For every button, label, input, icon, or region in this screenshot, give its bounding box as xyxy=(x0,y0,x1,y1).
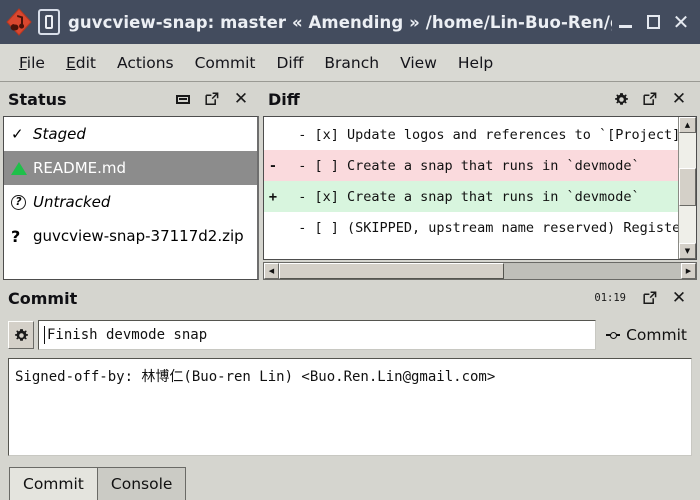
popout-icon[interactable] xyxy=(642,91,658,107)
scroll-up-icon[interactable]: ▲ xyxy=(679,117,696,133)
menu-item-diff[interactable]: Diff xyxy=(268,51,313,75)
scroll-track[interactable] xyxy=(279,263,681,279)
status-panel-header: Status ✕ xyxy=(3,82,259,116)
commit-panel-title: Commit xyxy=(8,288,78,308)
git-cola-diamond-logo xyxy=(4,7,34,37)
close-icon[interactable]: ✕ xyxy=(233,89,249,109)
commit-description-input[interactable]: Signed-off-by: 林博仁(Buo-ren Lin) <Buo.Ren… xyxy=(8,358,692,456)
diff-line: - [x] Update logos and references to `[P… xyxy=(264,119,678,150)
diff-panel-title: Diff xyxy=(268,89,300,109)
menu-item-help[interactable]: Help xyxy=(449,51,502,75)
commit-node-icon xyxy=(606,330,621,340)
commit-summary-row: Finish devmode snap Commit xyxy=(3,315,697,355)
commit-panel: Commit 01:19 ✕ Finish devmode snap Commi… xyxy=(3,280,697,456)
status-file-list[interactable]: ✓ Staged README.md ? Untracked ? guvcvie… xyxy=(3,116,259,280)
menu-item-actions[interactable]: Actions xyxy=(108,51,183,75)
diff-horizontal-scrollbar[interactable]: ◀ ▶ xyxy=(263,262,697,280)
text-caret xyxy=(44,326,45,344)
status-group-label: Staged xyxy=(33,125,86,143)
top-panes: Status ✕ ✓ Staged README.md ? Untracked … xyxy=(3,82,697,280)
git-cola-window: guvcview-snap: master « Amending » /home… xyxy=(0,0,700,500)
close-glyph: ✕ xyxy=(233,89,249,109)
diff-line: - [ ] (SKIPPED, upstream name reserved) … xyxy=(264,212,678,243)
scroll-thumb[interactable] xyxy=(279,263,505,279)
diff-line: - - [ ] Create a snap that runs in `devm… xyxy=(264,150,678,181)
commit-description-value: Signed-off-by: 林博仁(Buo-ren Lin) <Buo.Ren… xyxy=(15,369,496,385)
scroll-down-icon[interactable]: ▼ xyxy=(679,243,696,259)
title-bar: guvcview-snap: master « Amending » /home… xyxy=(0,0,700,44)
commit-summary-input[interactable]: Finish devmode snap xyxy=(38,320,597,350)
diff-marker: - xyxy=(268,157,278,174)
close-icon[interactable]: ✕ xyxy=(671,89,687,109)
menu-label: ile xyxy=(26,53,45,72)
scroll-track[interactable] xyxy=(679,133,696,243)
diff-marker: + xyxy=(268,188,278,205)
menu-bar: File Edit Actions Commit Diff Branch Vie… xyxy=(0,44,700,82)
menu-item-commit[interactable]: Commit xyxy=(186,51,265,75)
status-file-label: guvcview-snap-37117d2.zip xyxy=(33,227,244,245)
scroll-thumb[interactable] xyxy=(679,168,696,206)
commit-summary-value: Finish devmode snap xyxy=(47,327,208,343)
commit-panel-tools: 01:19 ✕ xyxy=(594,288,691,308)
minimize-icon[interactable] xyxy=(612,8,638,36)
commit-button[interactable]: Commit xyxy=(600,322,693,348)
diff-panel-tools: ✕ xyxy=(613,89,691,109)
commit-clock: 01:19 xyxy=(594,292,626,304)
diff-content-box: - [x] Update logos and references to `[P… xyxy=(263,116,697,260)
scroll-right-icon[interactable]: ▶ xyxy=(681,263,696,279)
diff-line-text: - [x] Create a snap that runs in `devmod… xyxy=(282,188,640,205)
menu-item-edit[interactable]: Edit xyxy=(57,51,105,75)
main-content: Status ✕ ✓ Staged README.md ? Untracked … xyxy=(0,82,700,500)
commit-button-label: Commit xyxy=(626,326,687,344)
popout-icon[interactable] xyxy=(204,91,220,107)
status-panel-tools: ✕ xyxy=(175,89,253,109)
close-icon[interactable]: ✕ xyxy=(671,288,687,308)
menu-mnemonic: E xyxy=(65,53,76,72)
bottom-tab-bar: Commit Console xyxy=(3,456,697,500)
status-group-staged[interactable]: ✓ Staged xyxy=(4,117,257,151)
list-options-icon[interactable] xyxy=(175,91,191,107)
status-group-label: Untracked xyxy=(33,193,111,211)
status-file-zip[interactable]: ? guvcview-snap-37117d2.zip xyxy=(4,219,257,253)
diff-text[interactable]: - [x] Update logos and references to `[P… xyxy=(264,117,678,259)
diff-line-text: - [x] Update logos and references to `[P… xyxy=(282,126,678,143)
close-icon[interactable]: ✕ xyxy=(668,8,694,36)
app-window-icon xyxy=(38,9,60,35)
diff-line-text: - [ ] Create a snap that runs in `devmod… xyxy=(282,157,640,174)
commit-panel-header: Commit 01:19 ✕ xyxy=(3,281,697,315)
close-glyph: ✕ xyxy=(671,288,687,308)
diff-panel-header: Diff ✕ xyxy=(263,82,697,116)
scroll-left-icon[interactable]: ◀ xyxy=(264,263,279,279)
status-group-untracked[interactable]: ? Untracked xyxy=(4,185,257,219)
close-glyph: ✕ xyxy=(672,10,690,34)
status-panel: Status ✕ ✓ Staged README.md ? Untracked … xyxy=(3,82,259,280)
menu-item-view[interactable]: View xyxy=(391,51,446,75)
diff-line: + - [x] Create a snap that runs in `devm… xyxy=(264,181,678,212)
tab-console[interactable]: Console xyxy=(96,467,187,500)
menu-label: dit xyxy=(75,53,96,72)
status-file-label: README.md xyxy=(33,159,127,177)
menu-item-branch[interactable]: Branch xyxy=(315,51,388,75)
diff-panel: Diff ✕ - [x] Update logos and references… xyxy=(263,82,697,280)
diff-vertical-scrollbar[interactable]: ▲ ▼ xyxy=(678,117,696,259)
popout-icon[interactable] xyxy=(642,290,658,306)
maximize-icon[interactable] xyxy=(640,8,666,36)
question-circle-icon: ? xyxy=(11,194,31,210)
check-icon: ✓ xyxy=(11,125,24,143)
diff-line-text: - [ ] (SKIPPED, upstream name reserved) … xyxy=(282,219,678,236)
status-panel-title: Status xyxy=(8,89,67,109)
menu-item-file[interactable]: File xyxy=(10,51,54,75)
menu-mnemonic: F xyxy=(19,53,27,72)
tab-commit[interactable]: Commit xyxy=(9,467,98,500)
status-file-readme[interactable]: README.md xyxy=(4,151,257,185)
window-controls: ✕ xyxy=(612,8,694,36)
close-glyph: ✕ xyxy=(671,89,687,109)
diff-view: - [x] Update logos and references to `[P… xyxy=(263,116,697,280)
gear-icon[interactable] xyxy=(613,91,629,107)
window-title: guvcview-snap: master « Amending » /home… xyxy=(68,12,612,32)
question-mark-icon: ? xyxy=(11,226,21,246)
staged-triangle-icon xyxy=(11,161,31,175)
gear-icon[interactable] xyxy=(8,321,34,349)
